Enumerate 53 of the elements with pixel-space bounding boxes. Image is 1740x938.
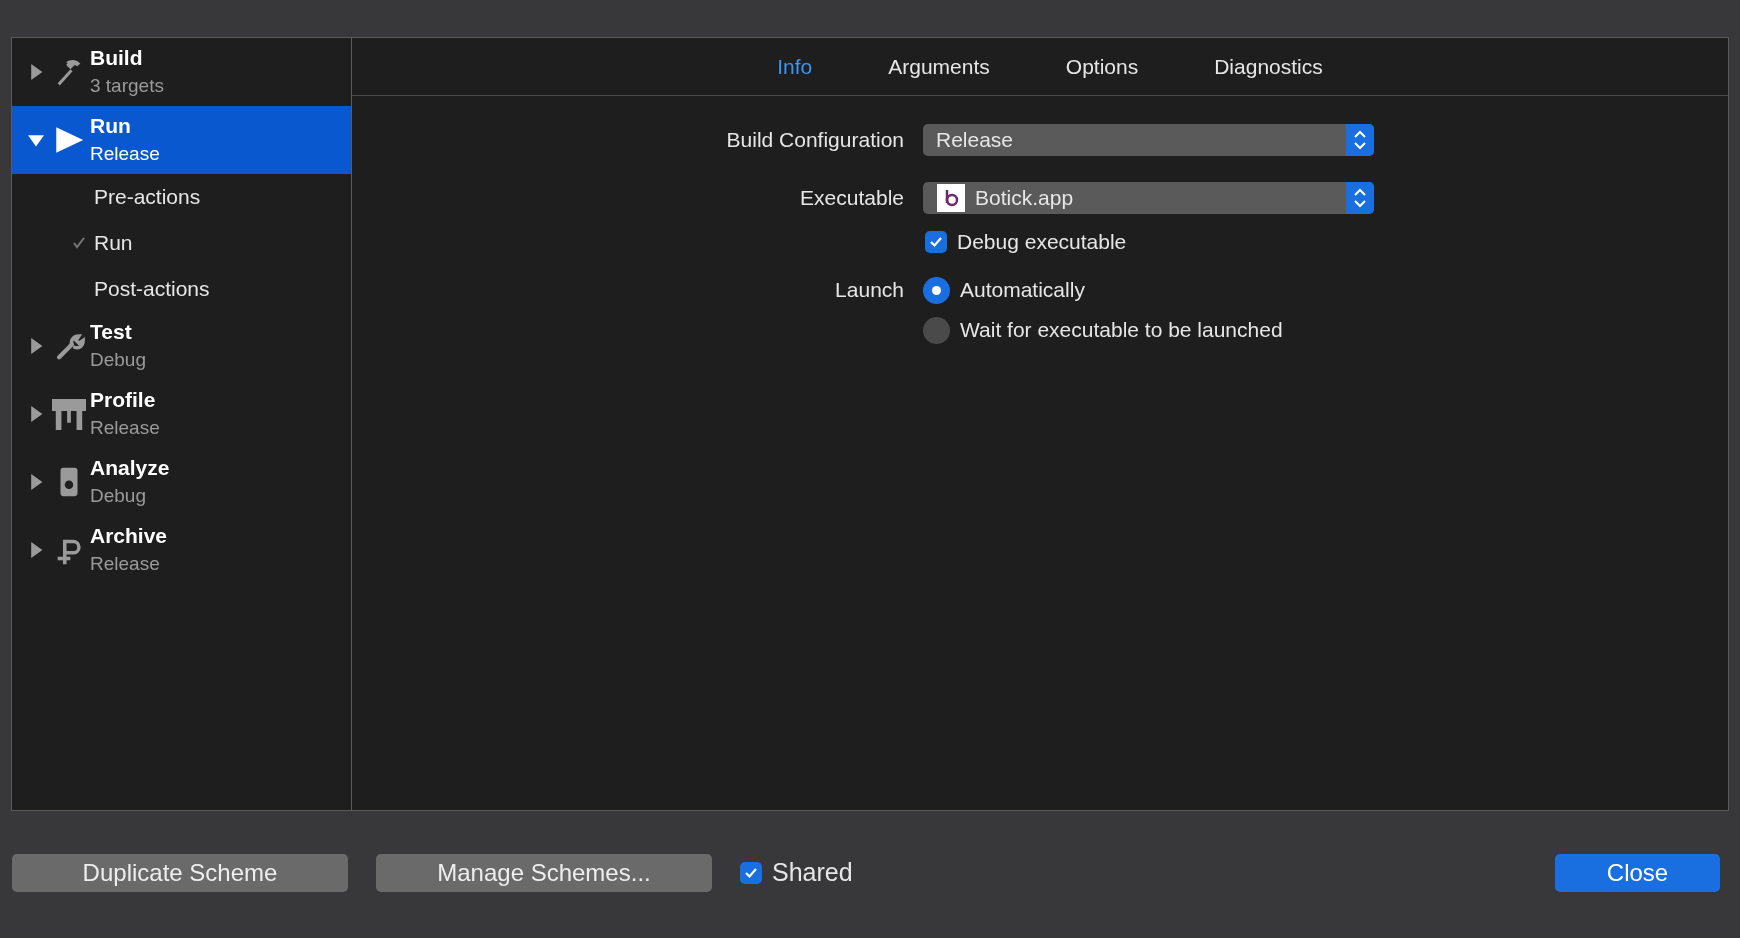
scheme-action-item[interactable]: Build 3 targets	[12, 38, 351, 106]
stepper-icon	[1346, 124, 1374, 156]
app-icon	[937, 184, 965, 212]
disclosure-open-icon[interactable]	[28, 132, 44, 148]
scheme-action-subtitle: Debug	[90, 348, 146, 372]
checkbox-label: Shared	[772, 857, 853, 889]
tab[interactable]: Diagnostics	[1176, 50, 1361, 83]
tab[interactable]: Arguments	[850, 50, 1028, 83]
disclosure-closed-icon[interactable]	[28, 64, 44, 80]
close-button[interactable]: Close	[1555, 854, 1720, 892]
scheme-action-subtitle: Release	[90, 416, 160, 440]
radio-label: Wait for executable to be launched	[960, 317, 1283, 344]
checkmark-icon	[72, 236, 86, 250]
popup-value: Release	[936, 127, 1015, 154]
scheme-action-item[interactable]: Run Release	[12, 106, 351, 174]
scheme-action-subtitle: Release	[90, 142, 160, 166]
disclosure-closed-icon[interactable]	[28, 406, 44, 422]
scheme-action-subtitle: Debug	[90, 484, 147, 508]
popup-field[interactable]: Botick.app	[923, 182, 1374, 214]
field-label: Build Configuration	[725, 127, 904, 154]
radio-button[interactable]	[923, 316, 950, 344]
scheme-action-item[interactable]: Profile Release	[12, 380, 351, 448]
scheme-action-title: Analyze	[90, 455, 170, 481]
scheme-action-title: Profile	[90, 387, 157, 413]
disclosure-closed-icon[interactable]	[28, 338, 44, 354]
scheme-action-title: Build	[90, 45, 144, 71]
footer-button[interactable]: Duplicate Scheme	[12, 854, 348, 892]
scheme-action-item[interactable]: Test Debug	[12, 312, 351, 380]
disclosure-closed-icon[interactable]	[28, 542, 44, 558]
scheme-action-item[interactable]: Analyze Debug	[12, 448, 351, 516]
tab[interactable]: Options	[1027, 50, 1177, 83]
disclosure-closed-icon[interactable]	[28, 474, 44, 490]
shared-checkbox[interactable]	[740, 862, 762, 884]
radio-button[interactable]	[923, 276, 950, 304]
scheme-action-title: Run	[90, 113, 132, 139]
sub-action-item[interactable]: Run	[94, 227, 133, 259]
scheme-action-item[interactable]: Archive Release	[12, 516, 351, 584]
checkbox-label: Debug executable	[957, 229, 1127, 256]
scheme-action-title: Archive	[90, 523, 168, 549]
scheme-action-title: Test	[90, 319, 133, 345]
popup-field[interactable]: Release	[923, 124, 1374, 156]
stepper-icon	[1346, 182, 1374, 214]
sub-action-item[interactable]: Pre-actions	[94, 181, 201, 213]
radio-label: Automatically	[960, 277, 1085, 304]
tab[interactable]: Info	[739, 50, 851, 83]
scheme-action-subtitle: 3 targets	[90, 74, 164, 98]
field-label: Executable	[799, 185, 904, 212]
checkbox[interactable]	[925, 231, 947, 253]
popup-value: Botick.app	[975, 185, 1075, 212]
footer-button[interactable]: Manage Schemes...	[376, 854, 712, 892]
sub-action-item[interactable]: Post-actions	[94, 273, 210, 305]
field-label: Launch	[834, 277, 904, 303]
scheme-action-subtitle: Release	[90, 552, 161, 576]
